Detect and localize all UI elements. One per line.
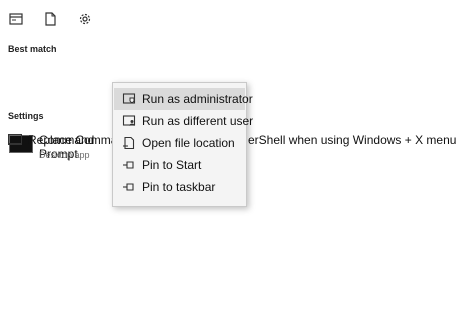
pin-icon: [122, 158, 136, 172]
gear-icon: [79, 13, 91, 25]
best-match-result[interactable]: Command Prompt Desktop app: [0, 64, 112, 161]
menu-item-run-as-administrator[interactable]: Run as administrator: [114, 88, 253, 110]
menu-label: Pin to Start: [142, 158, 202, 172]
menu-item-pin-to-taskbar[interactable]: Pin to taskbar: [114, 176, 245, 198]
settings-filter-icon[interactable]: [77, 11, 93, 27]
laptop-icon: [8, 134, 22, 145]
apps-filter-icon[interactable]: [8, 11, 24, 27]
setting-text-right: erShell when using Windows + X menu: [248, 133, 457, 147]
menu-item-run-as-different-user[interactable]: Run as different user: [114, 110, 253, 132]
menu-label: Pin to taskbar: [142, 180, 216, 194]
menu-label: Open file location: [142, 136, 235, 150]
shield-icon: [122, 92, 136, 106]
settings-heading: Settings: [8, 111, 44, 121]
best-match-heading: Best match: [8, 44, 57, 54]
menu-label: Run as administrator: [142, 92, 253, 106]
documents-filter-icon[interactable]: [42, 11, 58, 27]
app-icon: [9, 13, 23, 25]
context-menu: Run as administrator Run as different us…: [112, 82, 253, 207]
file-location-icon: [122, 136, 136, 150]
menu-item-pin-to-start[interactable]: Pin to Start: [114, 154, 245, 176]
result-subtitle: Desktop app: [39, 150, 90, 160]
user-icon: [122, 114, 136, 128]
pin-taskbar-icon: [122, 180, 136, 194]
menu-item-open-file-location[interactable]: Open file location: [114, 132, 245, 154]
menu-label: Run as different user: [142, 114, 254, 128]
document-icon: [45, 12, 56, 26]
search-filter-bar: [0, 0, 474, 38]
